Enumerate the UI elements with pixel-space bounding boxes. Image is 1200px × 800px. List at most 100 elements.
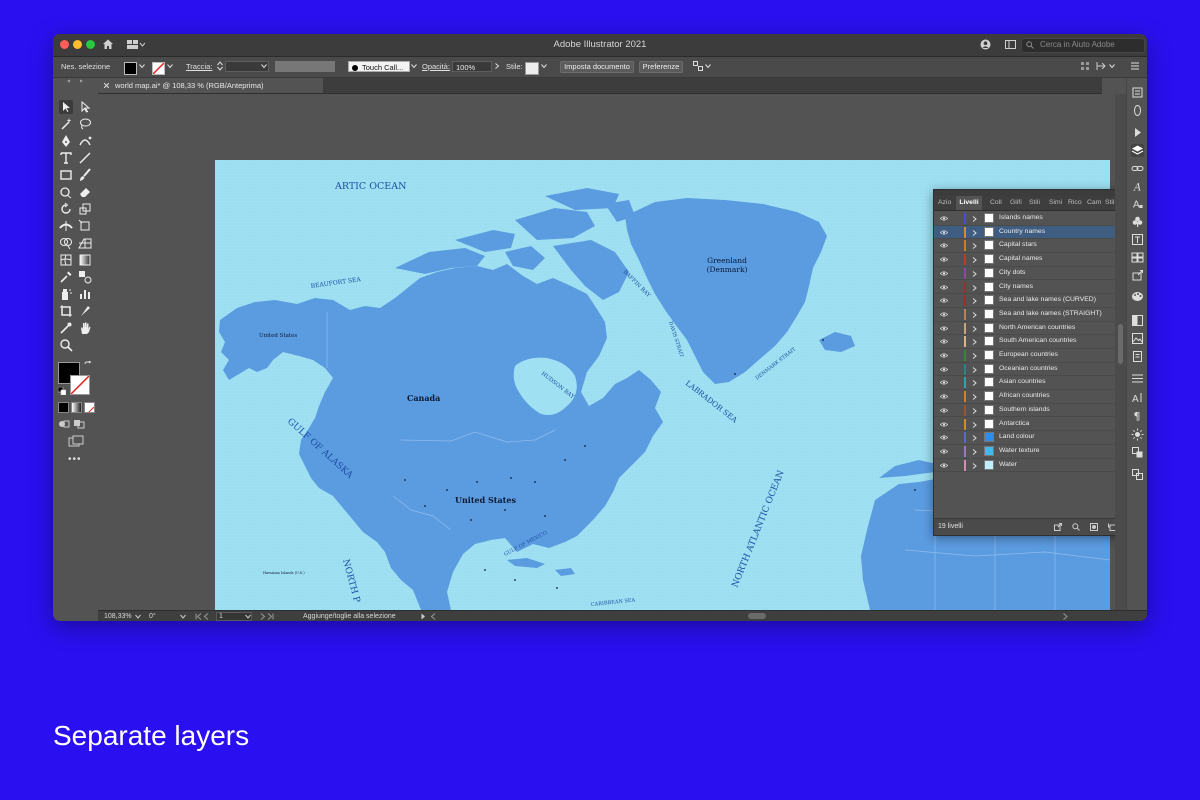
- chevron-right-icon[interactable]: [421, 613, 426, 620]
- document-setup-button[interactable]: Imposta documento: [560, 61, 634, 73]
- layer-row[interactable]: North American countries: [934, 322, 1126, 336]
- opacity-label[interactable]: Opacità:: [422, 57, 450, 77]
- eye-icon[interactable]: [940, 312, 948, 317]
- actions-panel-button[interactable]: [1131, 126, 1144, 139]
- eye-icon[interactable]: [940, 394, 948, 399]
- layer-row[interactable]: Capital stars: [934, 239, 1126, 254]
- links-panel-button[interactable]: [1131, 162, 1144, 175]
- layer-row[interactable]: Sea and lake names (CURVED): [934, 294, 1126, 308]
- eye-icon[interactable]: [940, 435, 948, 440]
- chevron-down-icon[interactable]: [261, 63, 267, 69]
- magic-wand-tool[interactable]: [59, 117, 73, 131]
- first-previous-artboard-icon[interactable]: [195, 613, 211, 620]
- clipping-mask-icon[interactable]: [1090, 523, 1098, 531]
- zoom-tool[interactable]: [59, 338, 73, 352]
- expand-chevron-icon[interactable]: [972, 298, 977, 305]
- tab-character-styles[interactable]: Stili: [1029, 196, 1040, 210]
- layer-row[interactable]: Land colour: [934, 431, 1126, 445]
- layer-row[interactable]: City names: [934, 281, 1126, 295]
- panel-menu-icon[interactable]: [1130, 61, 1140, 71]
- slice-tool[interactable]: [78, 304, 92, 318]
- chevron-down-icon[interactable]: [705, 63, 711, 69]
- transform-icon[interactable]: [1096, 61, 1106, 71]
- align-panel-button[interactable]: [1131, 372, 1144, 385]
- chevron-down-icon[interactable]: [180, 614, 186, 619]
- type-tool[interactable]: [59, 151, 73, 165]
- eye-icon[interactable]: [940, 243, 948, 248]
- selection-tool[interactable]: [59, 100, 73, 114]
- properties-panel-button[interactable]: [1131, 86, 1144, 99]
- document-info-panel-button[interactable]: [1131, 350, 1144, 363]
- arrange-documents-icon[interactable]: [693, 61, 703, 71]
- layer-row[interactable]: Sea and lake names (STRAIGHT): [934, 308, 1126, 322]
- perspective-grid-tool[interactable]: [78, 236, 92, 250]
- column-graph-tool[interactable]: [78, 287, 92, 301]
- eye-icon[interactable]: [940, 408, 948, 413]
- tab-recolor[interactable]: Rico: [1068, 196, 1082, 210]
- expand-chevron-icon[interactable]: [972, 366, 977, 373]
- eye-icon[interactable]: [940, 271, 948, 276]
- expand-chevron-icon[interactable]: [972, 462, 977, 469]
- scale-tool[interactable]: [78, 202, 92, 216]
- eye-icon[interactable]: [940, 298, 948, 303]
- character-styles-panel-button[interactable]: A: [1131, 197, 1144, 210]
- screen-mode-icon[interactable]: [68, 435, 84, 447]
- chevron-down-icon[interactable]: [1109, 63, 1115, 69]
- stroke-color-box[interactable]: [70, 375, 90, 395]
- rectangle-tool[interactable]: [59, 168, 73, 182]
- lasso-tool[interactable]: [78, 117, 92, 131]
- horizontal-scroll-thumb[interactable]: [748, 613, 766, 619]
- eye-icon[interactable]: [940, 284, 948, 290]
- scroll-right-icon[interactable]: [1063, 613, 1068, 620]
- variable-width-profile[interactable]: [275, 61, 335, 72]
- eye-icon[interactable]: [940, 449, 948, 454]
- eye-icon[interactable]: [940, 462, 948, 468]
- artboard-tool[interactable]: [59, 304, 73, 318]
- artboards-panel-button[interactable]: [1131, 251, 1144, 264]
- tab-actions[interactable]: Azio: [938, 196, 956, 210]
- layer-row[interactable]: Oceanian countries: [934, 363, 1126, 377]
- symbol-sprayer-tool[interactable]: [59, 287, 73, 301]
- color-panel-button[interactable]: [1131, 290, 1144, 303]
- none-mode-button[interactable]: [84, 402, 95, 413]
- chevron-down-icon[interactable]: [411, 63, 417, 69]
- curvature-tool[interactable]: [78, 134, 92, 148]
- layer-row[interactable]: South American countries: [934, 335, 1126, 349]
- character-panel-button[interactable]: A: [1131, 391, 1144, 404]
- expand-chevron-icon[interactable]: [972, 380, 977, 387]
- layer-row[interactable]: Water: [934, 459, 1126, 473]
- draw-mode-icon[interactable]: [58, 419, 70, 429]
- eye-icon[interactable]: [940, 230, 948, 235]
- tab-swatches[interactable]: Cam: [1087, 196, 1101, 210]
- user-account-icon[interactable]: [980, 39, 991, 50]
- symbols-panel-button[interactable]: [1131, 215, 1144, 228]
- shape-builder-tool[interactable]: [59, 236, 73, 250]
- stroke-swatch[interactable]: [152, 62, 165, 75]
- layer-row[interactable]: Antarctica: [934, 418, 1126, 432]
- stroke-weight-stepper-icon[interactable]: [217, 61, 223, 71]
- help-search-input[interactable]: Cerca in Aiuto Adobe: [1021, 38, 1145, 53]
- asset-export-panel-button[interactable]: [1131, 269, 1144, 282]
- tab-glyphs[interactable]: Glifi: [1010, 196, 1022, 210]
- line-segment-tool[interactable]: [78, 151, 92, 165]
- scroll-left-icon[interactable]: [431, 613, 436, 620]
- layer-row[interactable]: Water texture: [934, 445, 1126, 459]
- expand-chevron-icon[interactable]: [972, 353, 977, 359]
- more-tools-icon[interactable]: •••: [68, 454, 82, 465]
- eye-icon[interactable]: [940, 325, 948, 331]
- search-layer-icon[interactable]: [1072, 523, 1080, 531]
- eye-icon[interactable]: [940, 367, 948, 372]
- expand-chevron-icon[interactable]: [972, 284, 977, 291]
- vertical-scrollbar[interactable]: [1115, 94, 1126, 610]
- export-icon[interactable]: [1054, 523, 1062, 531]
- chevron-down-icon[interactable]: [135, 614, 141, 619]
- pen-tool[interactable]: [59, 134, 73, 148]
- eye-icon[interactable]: [940, 257, 948, 262]
- graphic-style-swatch[interactable]: [525, 62, 539, 75]
- mesh-tool[interactable]: [59, 253, 73, 267]
- type-panel-button[interactable]: [1131, 233, 1144, 246]
- layer-row[interactable]: Capital names: [934, 253, 1126, 267]
- chevron-down-icon[interactable]: [167, 63, 173, 69]
- transparency-panel-button[interactable]: [1131, 314, 1144, 327]
- paragraph-panel-button[interactable]: ¶: [1131, 409, 1144, 422]
